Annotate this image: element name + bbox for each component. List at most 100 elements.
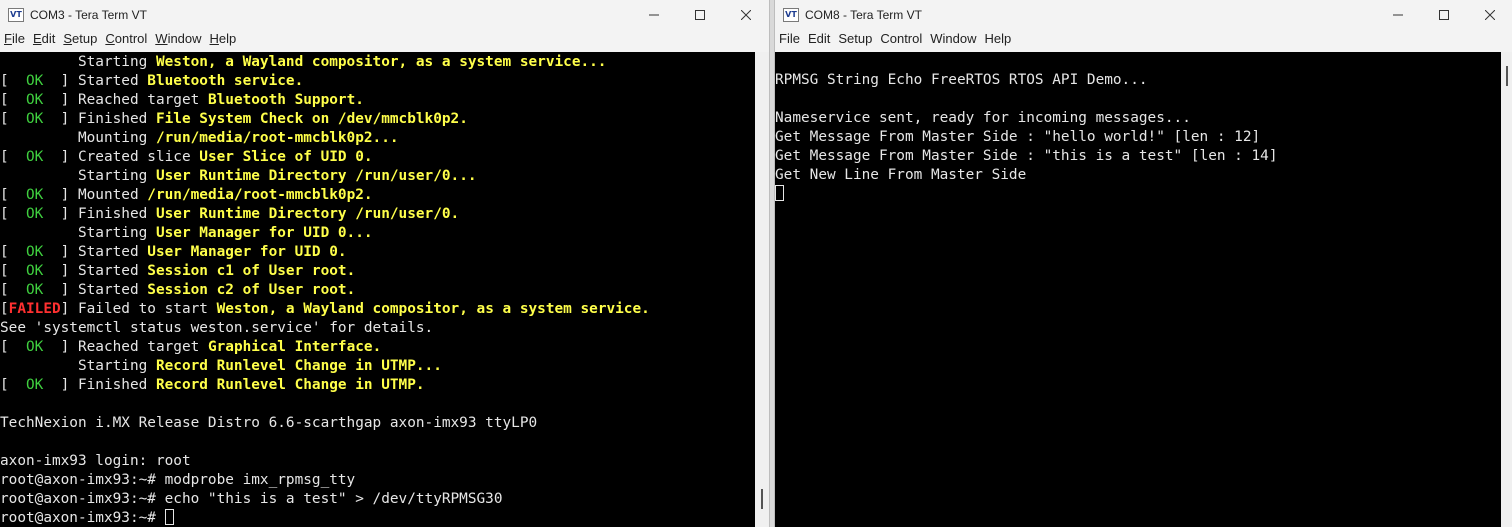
terminal-line: root@axon-imx93:~# (0, 509, 755, 527)
terminal-text: File System Check on /dev/mmcblk0p2. (155, 111, 468, 127)
terminal-text: User Manager for UID 0. (147, 244, 347, 260)
vertical-scrollbar[interactable] (755, 52, 769, 527)
terminal-text: Nameservice sent, ready for incoming mes… (775, 110, 1191, 126)
terminal-text: root@axon-imx93:~# modprobe imx_rpmsg_tt… (0, 472, 356, 488)
scrollbar-thumb[interactable] (1506, 66, 1508, 86)
terminal-output[interactable]: Starting Weston, a Wayland compositor, a… (0, 52, 755, 527)
terminal-text: [ (0, 73, 26, 89)
scrollbar-thumb[interactable] (761, 489, 763, 509)
terminal-line: [ OK ] Reached target Bluetooth Support. (0, 91, 755, 110)
terminal-line: [ OK ] Finished User Runtime Directory /… (0, 205, 755, 224)
menu-label-part: H (209, 31, 219, 46)
terminal-text: [ (0, 206, 26, 222)
text-cursor (164, 509, 174, 525)
terminal-text: User Runtime Directory /run/user/0... (155, 168, 477, 184)
menu-item[interactable]: Window (151, 30, 205, 50)
terminal-text: [ (0, 339, 26, 355)
menu-label-part: F (4, 31, 12, 46)
terminal-line: [ OK ] Started User Manager for UID 0. (0, 243, 755, 262)
menu-label-part: W (155, 31, 168, 46)
menu-item[interactable]: Control (101, 30, 151, 50)
terminal-text: Bluetooth service. (147, 73, 304, 89)
maximize-icon (695, 10, 705, 20)
maximize-button[interactable] (677, 0, 723, 30)
terminal-text: [ (0, 301, 9, 317)
terminal-text: ] Reached target (43, 92, 208, 108)
terminal-text: Weston, a Wayland compositor, as a syste… (216, 301, 650, 317)
maximize-button[interactable] (1421, 0, 1467, 30)
terminal-text: Session c1 of User root. (147, 263, 356, 279)
status-failed: FAILED (8, 301, 61, 317)
status-ok: OK (26, 244, 44, 260)
status-ok: OK (26, 187, 44, 203)
status-ok: OK (26, 339, 44, 355)
terminal-text: Starting (0, 225, 156, 241)
terminal-text: root@axon-imx93:~# (0, 510, 165, 526)
close-button[interactable] (723, 0, 769, 30)
terminal-line: [ OK ] Reached target Graphical Interfac… (0, 338, 755, 357)
terminal-text: ] Failed to start (60, 301, 217, 317)
terminal-line: See 'systemctl status weston.service' fo… (0, 319, 755, 338)
vertical-scrollbar[interactable] (1501, 52, 1512, 527)
terminal-text: Starting (0, 168, 156, 184)
menu-item[interactable]: Help (981, 30, 1016, 50)
terminal-line: root@axon-imx93:~# modprobe imx_rpmsg_tt… (0, 471, 755, 490)
title-bar[interactable]: VT COM8 - Tera Term VT (775, 0, 1512, 30)
terminal-line: Get New Line From Master Side (775, 166, 1501, 185)
terminal-text: ] Created slice (43, 149, 200, 165)
menu-item[interactable]: Help (206, 30, 241, 50)
menu-item[interactable]: Setup (834, 30, 876, 50)
terminal-text: axon-imx93 login: root (0, 453, 191, 469)
terminal-text: /run/media/root-mmcblk0p2. (147, 187, 373, 203)
terminal-line: Get Message From Master Side : "hello wo… (775, 128, 1501, 147)
terminal-line: [ OK ] Finished File System Check on /de… (0, 110, 755, 129)
menu-item[interactable]: Control (876, 30, 926, 50)
terminal-line: [ OK ] Started Session c2 of User root. (0, 281, 755, 300)
close-button[interactable] (1467, 0, 1512, 30)
terminal-text: ] Started (43, 73, 148, 89)
terminal-text: RPMSG String Echo FreeRTOS RTOS API Demo… (775, 72, 1148, 88)
minimize-icon (1393, 14, 1403, 16)
terminal-text: Get Message From Master Side : "this is … (775, 148, 1278, 164)
status-ok: OK (26, 263, 44, 279)
com3-window[interactable]: VT COM3 - Tera Term VT File Edit Setup Cont… (0, 0, 770, 527)
terminal-output[interactable]: RPMSG String Echo FreeRTOS RTOS API Demo… (775, 52, 1501, 527)
menu-label-part: Setup (838, 31, 873, 46)
terminal-text: [ (0, 149, 26, 165)
terminal-text: ] Started (43, 263, 148, 279)
terminal-text: User Manager for UID 0... (155, 225, 373, 241)
window-title: COM8 - Tera Term VT (805, 8, 922, 22)
terminal-text: [ (0, 377, 26, 393)
status-ok: OK (26, 73, 44, 89)
com8-window[interactable]: VT COM8 - Tera Term VT File Edit Setup Cont… (774, 0, 1512, 527)
menu-item[interactable]: Setup (59, 30, 101, 50)
terminal-line (775, 185, 1501, 204)
terminal-text: ] Finished (43, 206, 156, 222)
title-bar[interactable]: VT COM3 - Tera Term VT (0, 0, 769, 30)
terminal-line: Starting User Manager for UID 0... (0, 224, 755, 243)
menu-item[interactable]: Edit (29, 30, 59, 50)
terminal-line: root@axon-imx93:~# echo "this is a test"… (0, 490, 755, 509)
minimize-button[interactable] (631, 0, 677, 30)
menu-item[interactable]: Window (926, 30, 980, 50)
menu-item[interactable]: File (775, 30, 804, 50)
terminal-text: Record Runlevel Change in UTMP. (155, 377, 425, 393)
minimize-button[interactable] (1375, 0, 1421, 30)
tera-term-icon: VT (8, 8, 24, 22)
menu-label-part: File (779, 31, 800, 46)
terminal-text: [ (0, 263, 26, 279)
terminal-line: [ OK ] Finished Record Runlevel Change i… (0, 376, 755, 395)
status-ok: OK (26, 111, 44, 127)
terminal-line: Starting User Runtime Directory /run/use… (0, 167, 755, 186)
menu-item[interactable]: Edit (804, 30, 834, 50)
menu-label-part: etup (72, 31, 98, 46)
terminal-text: /run/media/root-mmcblk0p2... (155, 130, 399, 146)
terminal-text: Record Runlevel Change in UTMP... (155, 358, 442, 374)
menu-item[interactable]: File (0, 30, 29, 50)
terminal-line: axon-imx93 login: root (0, 452, 755, 471)
close-icon (1485, 10, 1495, 20)
menu-bar: File Edit Setup Control Window Help (775, 30, 1512, 50)
